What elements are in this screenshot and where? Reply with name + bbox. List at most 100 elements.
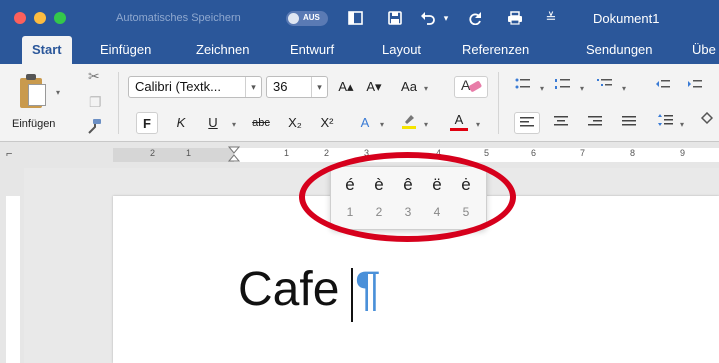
autosave-toggle[interactable]: AUS	[286, 11, 328, 26]
tab-selector-icon[interactable]: ⌐	[6, 148, 12, 160]
sidebar-icon[interactable]	[346, 9, 364, 27]
clear-formatting-button[interactable]: A	[454, 76, 488, 98]
ruler-number: 5	[484, 148, 490, 158]
cut-icon[interactable]: ✂	[88, 68, 100, 85]
font-color-bar	[450, 128, 468, 131]
ruler-number: 6	[531, 148, 537, 158]
font-color-button[interactable]: A	[446, 112, 472, 134]
highlight-button[interactable]	[396, 112, 422, 134]
ruler-number: 1	[284, 148, 290, 158]
tab-start[interactable]: Start	[22, 36, 72, 64]
multilevel-list-button[interactable]	[594, 76, 616, 98]
ruler-number: 2	[150, 148, 156, 158]
bullets-dropdown-icon[interactable]: ▾	[540, 84, 544, 93]
save-icon[interactable]	[386, 9, 404, 27]
font-color-letter: A	[454, 112, 464, 127]
increase-indent-icon	[688, 80, 702, 88]
shading-button[interactable]	[696, 111, 716, 134]
font-name-value: Calibri (Textk...	[135, 79, 221, 94]
line-spacing-icon	[658, 114, 673, 126]
increase-indent-button[interactable]	[684, 76, 706, 98]
underline-dropdown-icon[interactable]: ▾	[232, 120, 236, 129]
change-case-button[interactable]: Aa	[396, 76, 422, 98]
ruler-left-margin	[113, 148, 234, 162]
align-right-icon	[588, 116, 602, 126]
copy-icon[interactable]: ❐	[89, 94, 102, 111]
ribbon-tabs: Start Einfügen Zeichnen Entwurf Layout R…	[0, 36, 719, 64]
align-right-button[interactable]	[584, 112, 606, 134]
tab-layout[interactable]: Layout	[382, 36, 421, 64]
ruler-number: 8	[630, 148, 636, 158]
customize-icon[interactable]: ≚	[544, 9, 558, 27]
ruler-number: 9	[680, 148, 686, 158]
document-text[interactable]: Cafe	[238, 262, 339, 318]
paste-button[interactable]	[20, 74, 48, 108]
ruler-number: 1	[186, 148, 192, 158]
tab-zeichnen[interactable]: Zeichnen	[196, 36, 249, 64]
ruler-number: 7	[580, 148, 586, 158]
bullets-icon	[515, 78, 530, 89]
divider	[118, 72, 119, 134]
clear-formatting-icon: A	[461, 77, 482, 93]
undo-dropdown-icon[interactable]: ▾	[441, 9, 451, 27]
line-spacing-dropdown-icon[interactable]: ▾	[680, 120, 684, 129]
text-cursor	[351, 268, 353, 322]
zoom-window-button[interactable]	[54, 12, 66, 24]
align-left-button[interactable]	[514, 112, 540, 134]
subscript-button[interactable]: X₂	[282, 112, 308, 134]
autosave-toggle-label: AUS	[303, 13, 320, 22]
text-effects-button[interactable]: A	[352, 112, 378, 134]
shading-icon	[700, 111, 714, 125]
decrease-indent-button[interactable]	[652, 76, 674, 98]
strikethrough-button[interactable]: abc	[246, 112, 276, 134]
multilevel-dropdown-icon[interactable]: ▾	[622, 84, 626, 93]
tab-referenzen[interactable]: Referenzen	[462, 36, 529, 64]
justify-icon	[622, 116, 636, 126]
numbering-button[interactable]	[552, 76, 574, 98]
redo-icon[interactable]	[466, 9, 484, 27]
ruler-number: 2	[324, 148, 330, 158]
shrink-font-button[interactable]: A▾	[362, 76, 386, 98]
annotation-ellipse	[299, 152, 516, 242]
print-icon[interactable]	[506, 9, 524, 27]
decrease-indent-icon	[656, 80, 670, 88]
highlighter-icon	[402, 115, 416, 129]
underline-button[interactable]: U	[202, 112, 224, 134]
tab-ueberpruefen[interactable]: Übe	[692, 36, 716, 64]
tab-einfuegen[interactable]: Einfügen	[100, 36, 151, 64]
undo-icon[interactable]	[418, 9, 438, 27]
line-spacing-button[interactable]	[654, 112, 676, 134]
format-painter-icon[interactable]	[86, 118, 102, 137]
superscript-button[interactable]: X²	[314, 112, 340, 134]
change-case-dropdown-icon[interactable]: ▾	[424, 84, 428, 93]
vertical-ruler[interactable]	[0, 168, 24, 363]
clasp-icon	[26, 74, 36, 80]
divider	[498, 72, 499, 134]
paragraph-mark: ¶	[355, 263, 381, 316]
font-size-box[interactable]: 36 ▾	[266, 76, 328, 98]
bold-button[interactable]: F	[136, 112, 158, 134]
align-left-icon	[520, 117, 534, 127]
toggle-knob	[288, 13, 299, 24]
text-effects-dropdown-icon[interactable]: ▾	[380, 120, 384, 129]
chevron-down-icon[interactable]: ▾	[245, 77, 261, 97]
indent-marker-icon[interactable]	[228, 146, 240, 162]
tab-entwurf[interactable]: Entwurf	[290, 36, 334, 64]
font-color-dropdown-icon[interactable]: ▾	[476, 120, 480, 129]
minimize-window-button[interactable]	[34, 12, 46, 24]
grow-font-button[interactable]: A▴	[334, 76, 358, 98]
italic-button[interactable]: K	[170, 112, 192, 134]
vertical-ruler-bar	[6, 196, 20, 363]
paste-dropdown-icon[interactable]: ▾	[56, 88, 60, 97]
ribbon: ▾ Einfügen ✂ ❐ Calibri (Textk... ▾ 36 ▾ …	[0, 64, 719, 142]
justify-button[interactable]	[618, 112, 640, 134]
numbering-dropdown-icon[interactable]: ▾	[580, 84, 584, 93]
close-window-button[interactable]	[14, 12, 26, 24]
bullets-button[interactable]	[512, 76, 534, 98]
highlight-dropdown-icon[interactable]: ▾	[424, 120, 428, 129]
paste-label: Einfügen	[12, 118, 56, 130]
tab-sendungen[interactable]: Sendungen	[586, 36, 653, 64]
chevron-down-icon[interactable]: ▾	[311, 77, 327, 97]
font-name-box[interactable]: Calibri (Textk... ▾	[128, 76, 262, 98]
align-center-button[interactable]	[550, 112, 572, 134]
